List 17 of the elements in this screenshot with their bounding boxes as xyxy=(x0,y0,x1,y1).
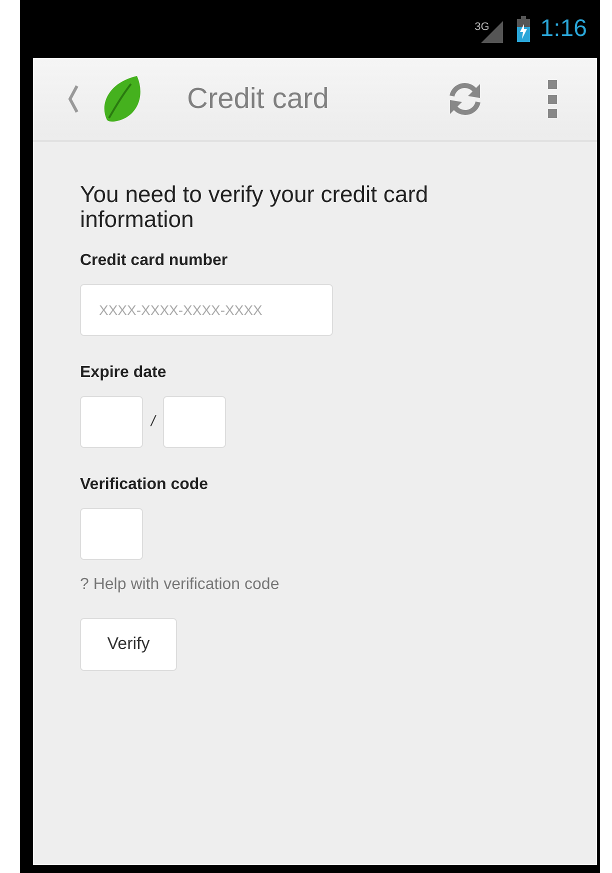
screen-title: Credit card xyxy=(187,82,330,116)
clock-time: 1:16 xyxy=(540,15,587,43)
month-field[interactable] xyxy=(80,396,143,448)
verification-code-field[interactable] xyxy=(80,508,143,560)
overflow-menu-icon[interactable] xyxy=(548,80,557,118)
card-number-field[interactable]: XXXX-XXXX-XXXX-XXXX xyxy=(80,284,333,336)
field-label: Expire date xyxy=(80,364,168,382)
field-label: Verification code xyxy=(80,476,210,494)
verify-button[interactable]: Verify xyxy=(80,618,177,671)
field-label: Credit card number xyxy=(80,252,229,270)
form-heading: You need to verify your credit card information xyxy=(80,182,430,232)
battery-icon xyxy=(517,16,530,42)
date-separator: / xyxy=(151,413,156,430)
year-field[interactable] xyxy=(163,396,226,448)
back-icon[interactable] xyxy=(67,84,79,114)
help-link[interactable]: ? Help with verification code xyxy=(80,576,550,594)
network-type: 3G xyxy=(474,21,490,33)
